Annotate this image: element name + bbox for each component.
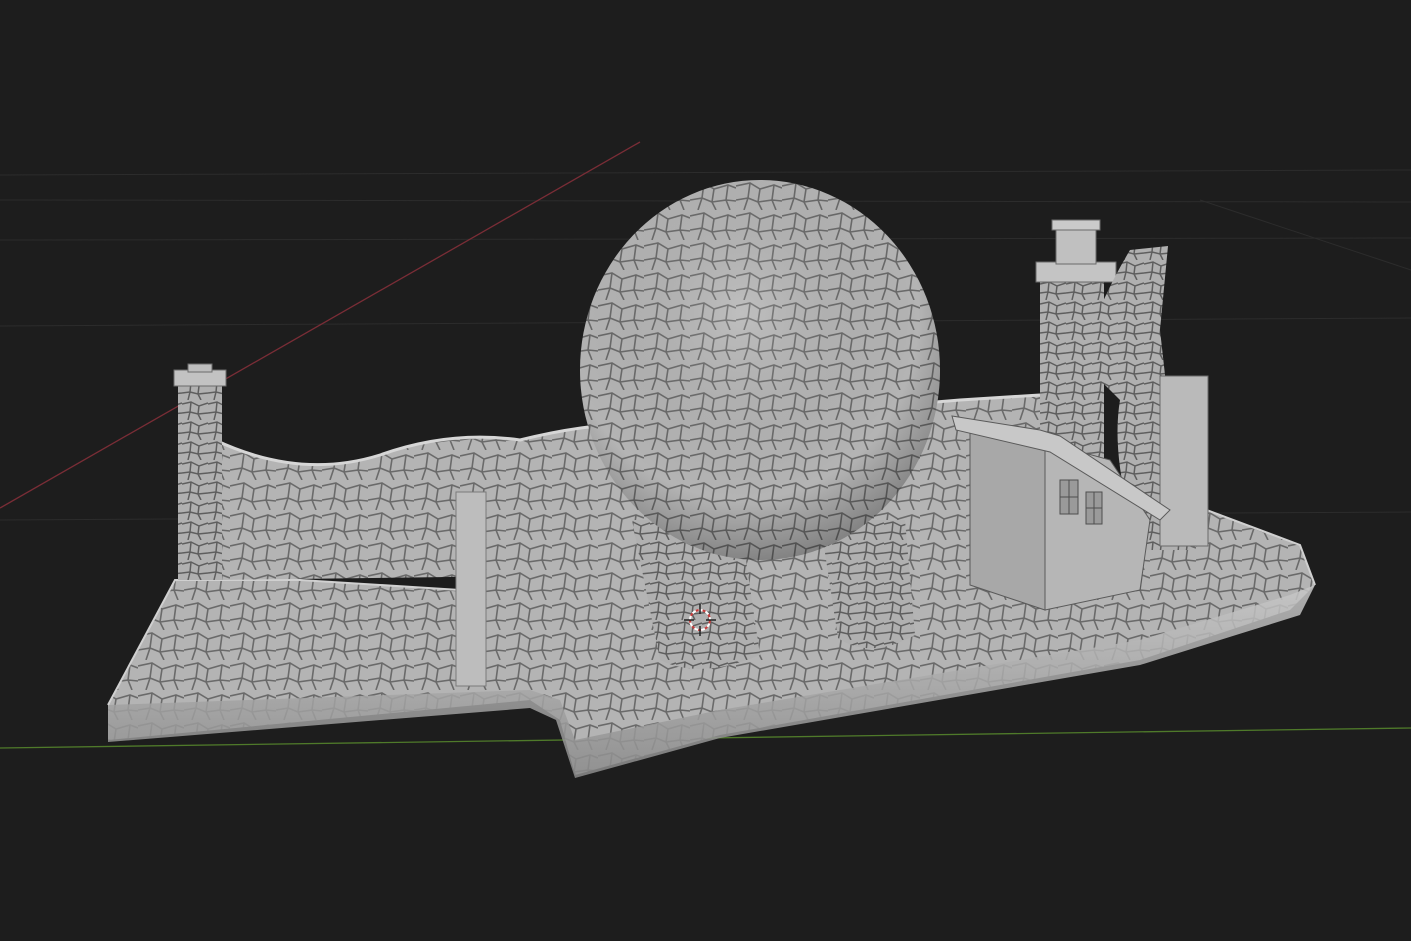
stone-egg-dome[interactable] [580, 180, 940, 560]
3d-viewport[interactable] [0, 0, 1411, 941]
front-wall-segment[interactable] [455, 470, 600, 690]
house-window-left [1059, 479, 1079, 515]
house-window-right [1085, 491, 1103, 525]
viewport-canvas[interactable] [0, 0, 1411, 941]
left-pillar[interactable] [173, 363, 227, 580]
